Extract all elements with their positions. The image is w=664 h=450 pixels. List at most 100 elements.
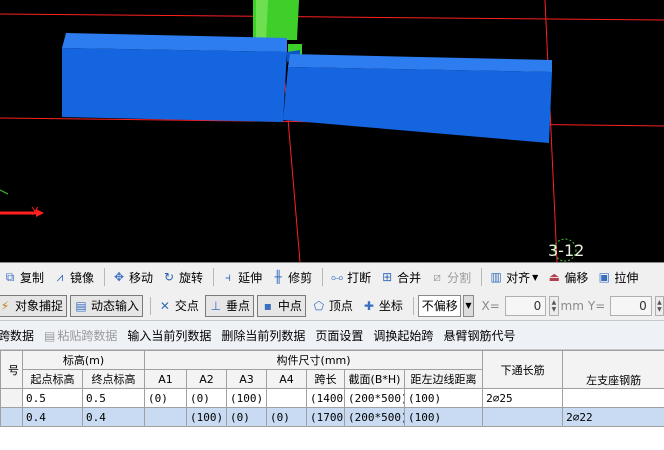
table-cell[interactable]: 0.5 [82, 388, 145, 408]
split-icon: ⧄ [433, 270, 441, 284]
table-cell[interactable]: (200*500) [344, 407, 405, 427]
row-index-cell[interactable] [0, 407, 23, 427]
table-cell[interactable] [482, 407, 564, 427]
snap-toolbar: ⚡ 对象捕捉 ▤ 动态输入 ✕ 交点 ⊥ 垂点 ▪ 中点 ⬠ 顶点 ✚ 坐标 不偏移 ▼ X=… [0, 291, 664, 321]
axis-x-arrow [36, 209, 44, 217]
dynamic-input-icon: ▤ [75, 298, 87, 313]
stretch-icon: ▣ [598, 270, 610, 284]
midpoint-snap-toggle[interactable]: ▪ 中点 [256, 294, 306, 317]
index-header: 号 [0, 350, 23, 389]
page-settings-link[interactable]: 页面设置 [315, 327, 363, 344]
input-column-data-link[interactable]: 输入当前列数据 [127, 327, 211, 344]
table-cell[interactable]: (0) [266, 407, 307, 427]
rotate-button[interactable]: ↻ 旋转 [159, 266, 206, 288]
stretch-button[interactable]: ▣ 拉伸 [594, 266, 641, 288]
y-coordinate-label: Y= [587, 298, 606, 313]
vertex-snap-toggle[interactable]: ⬠ 顶点 [309, 295, 356, 317]
table-cell[interactable]: 2⌀22 [562, 407, 664, 427]
rotate-icon: ↻ [164, 270, 175, 284]
toolbar-separator [481, 268, 483, 286]
unit-label: mm [560, 298, 584, 313]
table-cell[interactable]: (1400) [306, 388, 345, 408]
table-cell[interactable]: (0) [226, 407, 267, 427]
table-cell[interactable]: 0.5 [22, 388, 83, 408]
table-cell[interactable]: (100) [403, 388, 484, 408]
table-row-selected[interactable]: 0.4 0.4 (100) (0) (0) (1700) (200*500) (… [0, 407, 664, 427]
beam-left-front [62, 48, 287, 122]
chevron-down-icon: ▼ [465, 301, 472, 310]
offset-icon: ⏏ [548, 270, 560, 284]
table-toolbar: 跨数据 ▤ 粘贴跨数据 输入当前列数据 删除当前列数据 页面设置 调换起始跨 悬臂… [0, 321, 664, 350]
paste-span-data-link[interactable]: ▤ 粘贴跨数据 [44, 327, 117, 344]
table-cell[interactable]: (200*500) [344, 388, 405, 408]
offset-mode-dropdown-button[interactable]: ▼ [463, 294, 474, 317]
grid-axis-label: 3-12 [548, 241, 585, 260]
y-coordinate-spinner[interactable]: ▲ ▼ [654, 295, 664, 316]
intersection-snap-toggle[interactable]: ✕ 交点 [155, 295, 202, 317]
table-cell[interactable] [144, 407, 187, 427]
intersection-icon: ✕ [159, 298, 170, 313]
table-cell[interactable]: 2⌀25 [482, 388, 564, 408]
row-index-cell[interactable] [0, 388, 23, 408]
mirror-button[interactable]: ⩘ 镜像 [50, 266, 97, 288]
table-cell[interactable] [266, 388, 307, 408]
table-cell[interactable]: (1700) [306, 407, 345, 427]
table-cell[interactable]: (0) [144, 388, 187, 408]
dynamic-input-toggle[interactable]: ▤ 动态输入 [70, 294, 144, 317]
cantilever-rebar-code-link[interactable]: 悬臂钢筋代号 [443, 327, 515, 344]
copy-icon: ⧉ [5, 270, 15, 284]
align-icon: ▥ [490, 270, 502, 284]
a1-header: A1 [144, 369, 187, 389]
span-data-link[interactable]: 跨数据 [0, 327, 34, 344]
table-cell[interactable]: (100) [186, 407, 227, 427]
chevron-down-icon: ▼ [532, 272, 539, 282]
left-support-rebar-header: 左支座钢筋 [562, 350, 664, 389]
coordinate-snap-toggle[interactable]: ✚ 坐标 [359, 295, 406, 317]
align-button[interactable]: ▥ 对齐 ▼ [486, 266, 541, 288]
snap-icon: ⚡ [0, 298, 10, 313]
trim-icon: ╫ [274, 270, 282, 284]
toolbar-separator [213, 268, 215, 286]
break-icon: ⧟ [331, 270, 344, 284]
swap-start-span-link[interactable]: 调换起始跨 [373, 327, 433, 344]
perpendicular-snap-toggle[interactable]: ⊥ 垂点 [204, 294, 254, 317]
section-header: 截面(B*H) [344, 369, 405, 389]
x-coordinate-spinner[interactable]: ▲ ▼ [549, 295, 559, 316]
axis-y-indicator [0, 189, 9, 195]
y-coordinate-input[interactable]: 0 [610, 295, 652, 316]
offset-button[interactable]: ⏏ 偏移 [544, 266, 591, 288]
mirror-icon: ⩘ [56, 270, 64, 284]
table-cell[interactable]: (100) [403, 407, 484, 427]
a2-header: A2 [186, 369, 227, 389]
table-row[interactable]: 0.5 0.5 (0) (0) (100) (1400) (200*500) (… [0, 388, 664, 408]
table-cell[interactable]: (100) [226, 388, 267, 408]
break-button[interactable]: ⧟ 打断 [327, 266, 374, 288]
merge-button[interactable]: ⊞ 合并 [377, 266, 424, 288]
coordinate-icon: ✚ [363, 298, 374, 313]
offset-mode-select[interactable]: 不偏移 [417, 294, 462, 317]
beam-right-front [283, 67, 552, 143]
x-coordinate-label: X= [481, 298, 500, 313]
bottom-through-bar-header: 下通长筋 [482, 350, 564, 389]
table-cell[interactable]: (0) [186, 388, 227, 408]
x-coordinate-input[interactable]: 0 [504, 295, 547, 316]
table-cell[interactable]: 0.4 [22, 407, 83, 427]
toolbar-separator [322, 268, 324, 286]
move-icon: ✥ [114, 270, 125, 284]
toolbar-separator [150, 296, 151, 315]
object-snap-toggle[interactable]: ⚡ 对象捕捉 [0, 294, 68, 317]
move-button[interactable]: ✥ 移动 [109, 266, 156, 288]
column-highlight [256, 0, 268, 40]
trim-button[interactable]: ╫ 修剪 [268, 266, 315, 288]
split-button[interactable]: ⧄ 分割 [427, 266, 474, 288]
table-cell[interactable] [562, 388, 664, 408]
table-cell[interactable]: 0.4 [82, 407, 145, 427]
a4-header: A4 [266, 369, 307, 389]
extend-button[interactable]: ⫞ 延伸 [218, 266, 265, 288]
paste-icon: ▤ [44, 328, 56, 343]
midpoint-icon: ▪ [263, 298, 272, 313]
copy-button[interactable]: ⧉ 复制 [0, 266, 47, 288]
delete-column-data-link[interactable]: 删除当前列数据 [221, 327, 305, 344]
3d-viewport[interactable]: 3-12 [0, 0, 664, 262]
end-elevation-header: 终点标高 [82, 369, 145, 389]
